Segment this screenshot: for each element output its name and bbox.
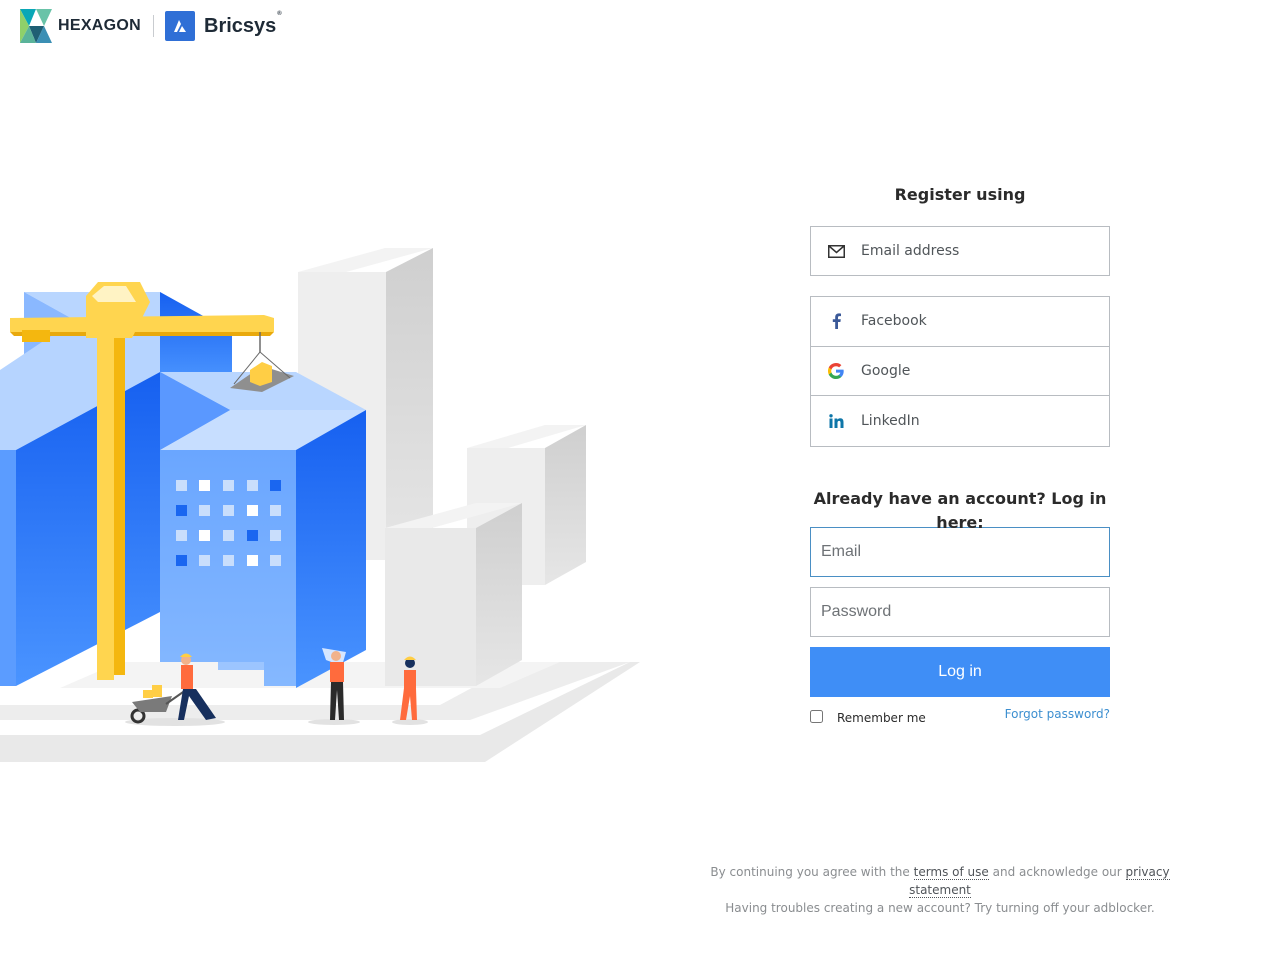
login-title: Already have an account? Log in here: [813, 488, 1107, 532]
legal-footer: By continuing you agree with the terms o… [680, 863, 1200, 917]
legal-line: By continuing you agree with the terms o… [680, 863, 1200, 899]
remember-me-label: Remember me [837, 710, 926, 725]
logo-bar: HEXAGON Bricsys® [20, 8, 282, 44]
auth-panel: Register using Email address Facebook Go… [810, 180, 1110, 737]
bricsys-wordmark: Bricsys® [204, 11, 282, 38]
forgot-password-link[interactable]: Forgot password? [1005, 707, 1110, 721]
google-icon [811, 362, 861, 379]
facebook-icon [811, 313, 861, 330]
login-options-row: Remember me Forgot password? [810, 707, 1110, 737]
register-email-label: Email address [861, 243, 960, 259]
login-password-input[interactable] [810, 586, 1110, 637]
envelope-icon [811, 244, 861, 258]
remember-me-checkbox[interactable] [810, 710, 823, 723]
linkedin-icon [811, 413, 861, 428]
bricsys-trademark: ® [277, 10, 282, 17]
login-button[interactable]: Log in [810, 646, 1110, 697]
page: HEXAGON Bricsys® Register using Email ad… [0, 0, 1280, 960]
hexagon-wordmark: HEXAGON [58, 17, 141, 34]
register-title: Register using [894, 185, 1026, 204]
register-google-button[interactable]: Google [811, 346, 1109, 396]
remember-me[interactable]: Remember me [810, 710, 926, 725]
register-facebook-button[interactable]: Facebook [811, 297, 1109, 347]
hexagon-logo-icon [20, 9, 52, 43]
linkedin-label: LinkedIn [861, 412, 920, 429]
logo-divider [153, 15, 154, 37]
legal-prefix: By continuing you agree with the [710, 865, 910, 879]
terms-of-use-link[interactable]: terms of use [913, 865, 989, 880]
social-register-group: Facebook Google LinkedIn [810, 296, 1110, 447]
construction-illustration [0, 248, 640, 762]
google-label: Google [861, 362, 911, 379]
legal-middle: and acknowledge our [992, 865, 1122, 879]
bricsys-logo-icon [165, 11, 195, 41]
register-linkedin-button[interactable]: LinkedIn [811, 396, 1109, 446]
adblock-note: Having troubles creating a new account? … [725, 901, 1155, 915]
bricsys-name: Bricsys [204, 14, 277, 37]
register-email-button[interactable]: Email address [810, 226, 1110, 276]
facebook-label: Facebook [861, 313, 927, 330]
